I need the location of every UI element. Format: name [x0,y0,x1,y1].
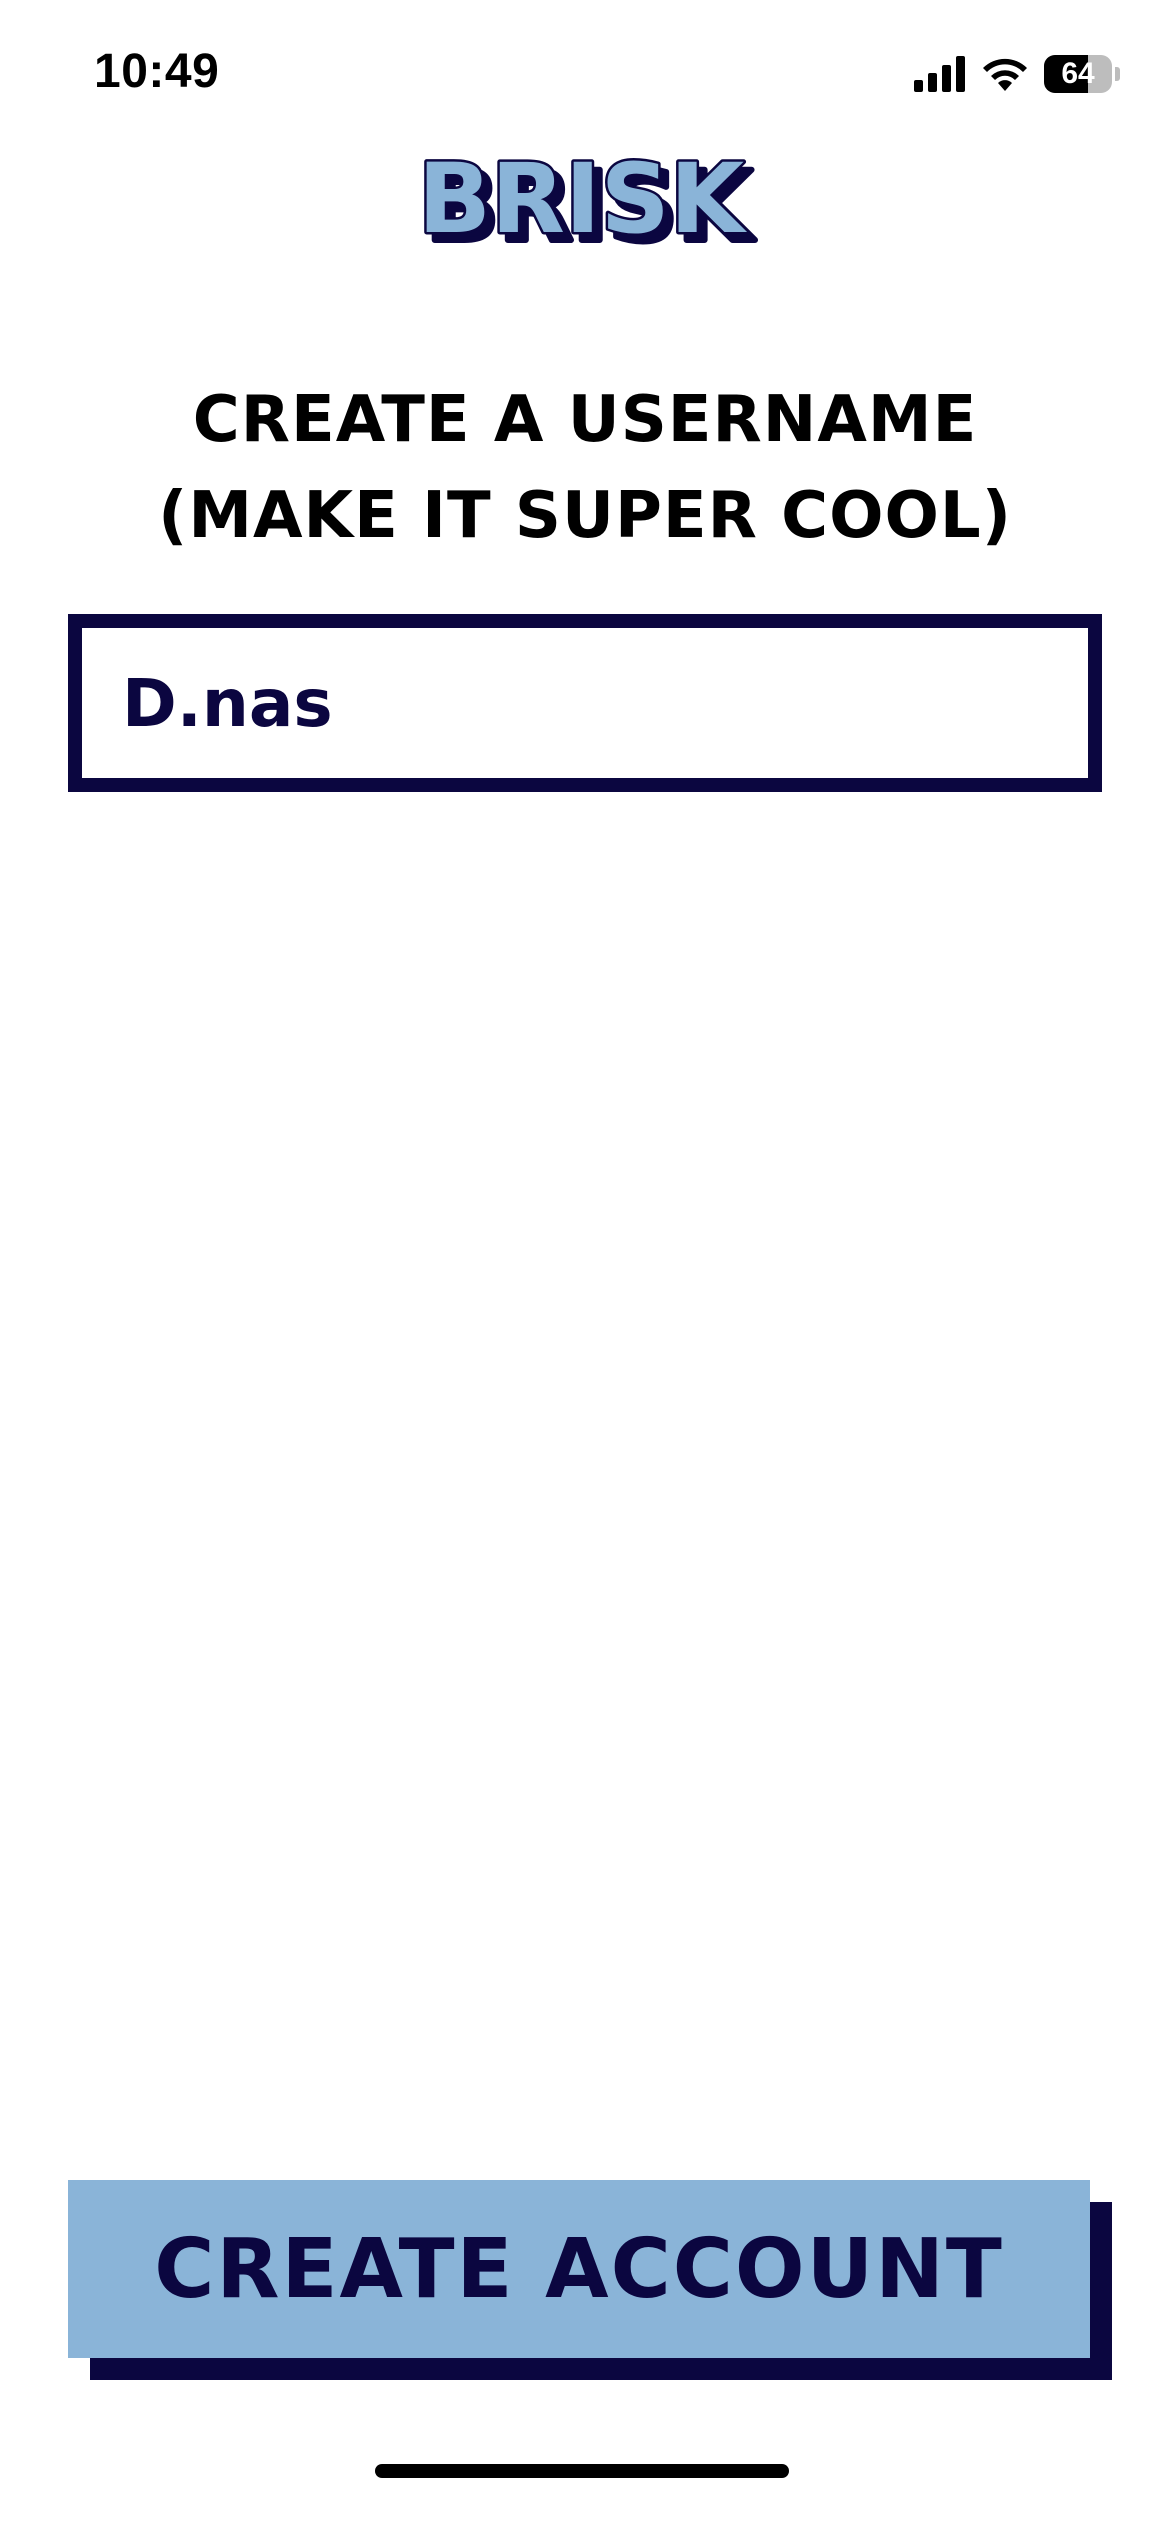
battery-cap [1115,67,1120,81]
status-icons: 64 [914,52,1120,96]
page-title-line-1: CREATE A USERNAME [192,383,978,457]
battery-icon: 64 [1044,55,1120,93]
brisk-logo: BRISK BRISK [0,140,1170,261]
page-title: CREATE A USERNAME (MAKE IT SUPER COOL) [60,372,1110,564]
status-bar: 10:49 64 [0,0,1170,150]
page-title-line-2: (MAKE IT SUPER COOL) [158,479,1012,553]
create-account-button[interactable]: CREATE ACCOUNT [68,2180,1090,2358]
home-indicator[interactable] [375,2464,789,2478]
username-input[interactable] [122,628,1072,778]
cellular-signal-icon [914,56,965,92]
battery-level: 64 [1061,57,1095,90]
username-field[interactable] [68,614,1102,792]
brisk-logo-text: BRISK [418,143,748,255]
brisk-logo-mark: BRISK BRISK [415,141,758,261]
wifi-icon [983,58,1027,91]
create-account-button-wrap: CREATE ACCOUNT [68,2180,1112,2380]
status-time: 10:49 [94,45,220,98]
